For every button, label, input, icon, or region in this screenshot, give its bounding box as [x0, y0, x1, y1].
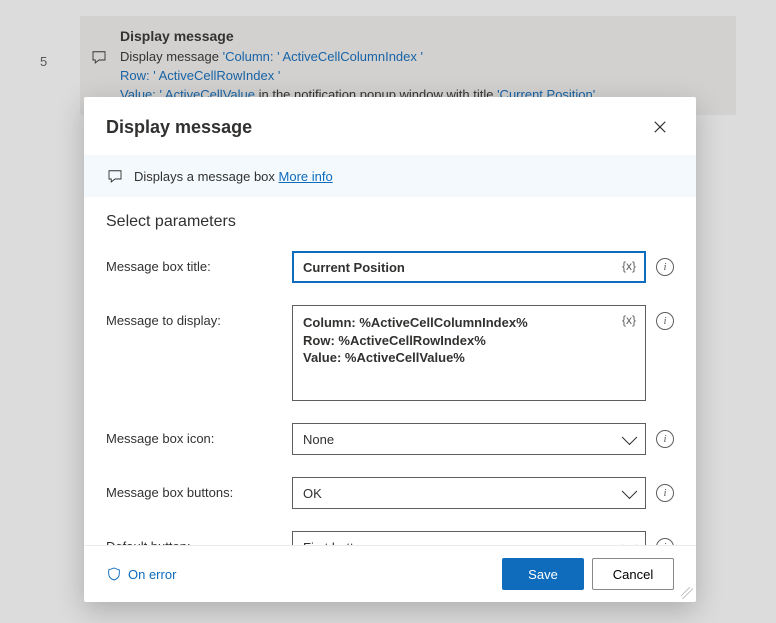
- message-icon: [90, 48, 108, 66]
- modal-footer: On error Save Cancel: [84, 545, 696, 602]
- label-buttons: Message box buttons:: [106, 477, 282, 500]
- display-message-modal: Display message Displays a message box M…: [84, 97, 696, 602]
- info-banner: Displays a message box More info: [84, 155, 696, 197]
- save-button[interactable]: Save: [502, 558, 584, 590]
- default-button-dropdown[interactable]: First button: [292, 531, 646, 545]
- label-message: Message to display:: [106, 305, 282, 328]
- label-title: Message box title:: [106, 251, 282, 274]
- title-input[interactable]: [292, 251, 646, 283]
- help-icon[interactable]: i: [656, 430, 674, 448]
- message-icon: [106, 167, 124, 185]
- help-icon[interactable]: i: [656, 538, 674, 545]
- label-default-button: Default button:: [106, 531, 282, 545]
- help-icon[interactable]: i: [656, 258, 674, 276]
- action-title: Display message: [120, 26, 720, 46]
- cancel-button[interactable]: Cancel: [592, 558, 674, 590]
- step-number: 5: [40, 54, 47, 69]
- resize-grip[interactable]: [681, 587, 693, 599]
- shield-icon: [106, 566, 122, 582]
- buttons-dropdown[interactable]: OK: [292, 477, 646, 509]
- label-icon: Message box icon:: [106, 423, 282, 446]
- help-icon[interactable]: i: [656, 312, 674, 330]
- modal-title: Display message: [106, 117, 252, 138]
- action-description-line2: Row: ' ActiveCellRowIndex ': [120, 67, 720, 86]
- message-textarea[interactable]: [292, 305, 646, 401]
- icon-dropdown[interactable]: None: [292, 423, 646, 455]
- help-icon[interactable]: i: [656, 484, 674, 502]
- close-icon: [653, 120, 667, 134]
- close-button[interactable]: [646, 113, 674, 141]
- action-description-line1: Display message 'Column: ' ActiveCellCol…: [120, 48, 720, 67]
- info-text: Displays a message box: [134, 169, 279, 184]
- more-info-link[interactable]: More info: [279, 169, 333, 184]
- section-header: Select parameters: [106, 213, 674, 231]
- on-error-link[interactable]: On error: [106, 566, 176, 582]
